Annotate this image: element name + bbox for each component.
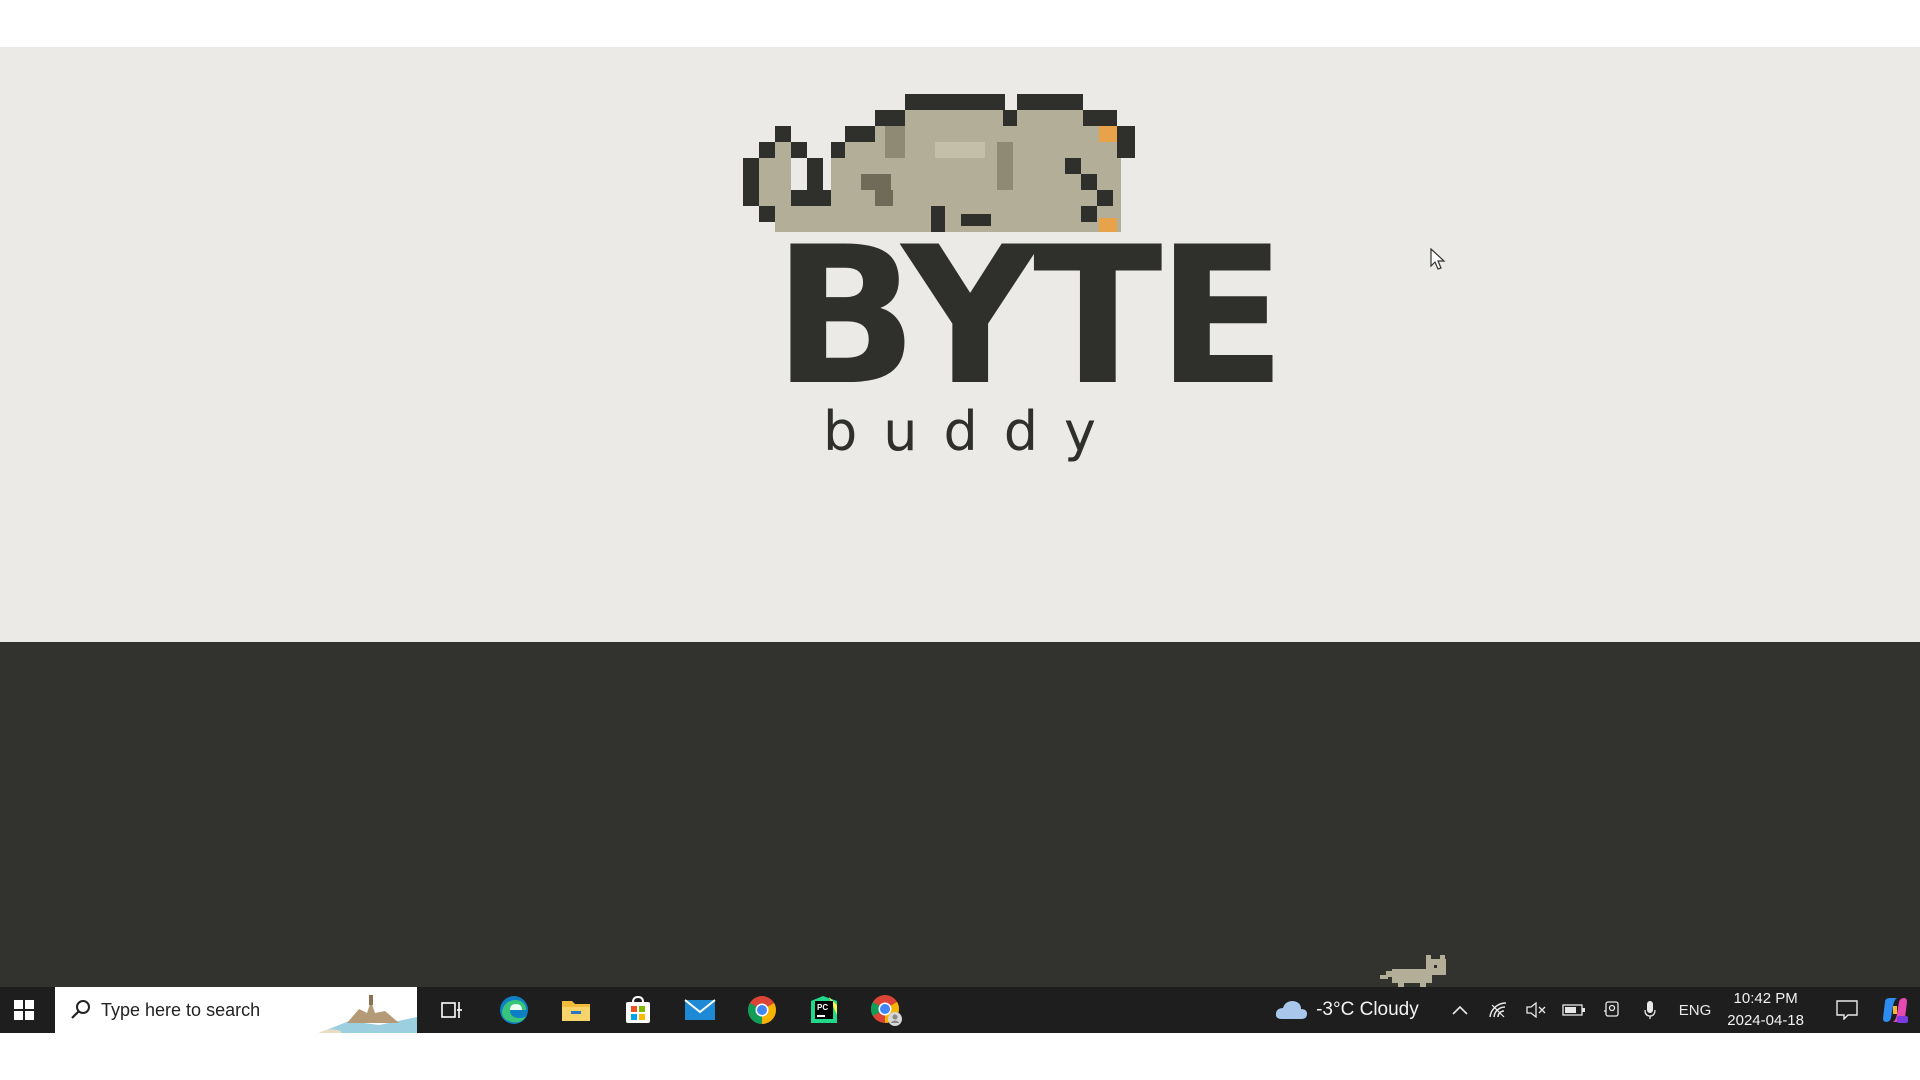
taskbar-search-box[interactable]: Type here to search: [55, 987, 417, 1033]
byte-buddy-logo: BYTE buddy: [735, 90, 1286, 480]
camera-in-use-button[interactable]: [1593, 987, 1631, 1033]
taskbar-app-edge[interactable]: [483, 987, 545, 1033]
taskbar-app-file-explorer[interactable]: [545, 987, 607, 1033]
splash-dark-panel: [0, 642, 1920, 987]
start-button[interactable]: [0, 987, 48, 1033]
taskbar-app-store[interactable]: [607, 987, 669, 1033]
taskbar-app-mail[interactable]: [669, 987, 731, 1033]
volume-button[interactable]: [1517, 987, 1555, 1033]
show-hidden-icons-button[interactable]: [1441, 987, 1479, 1033]
edge-icon: [500, 996, 528, 1024]
taskbar-app-chrome[interactable]: [731, 987, 793, 1033]
search-highlight-illustration-icon: [319, 987, 417, 1033]
input-language-indicator[interactable]: ENG: [1679, 1002, 1712, 1019]
taskbar-clock[interactable]: 10:42 PM 2024-04-18: [1727, 988, 1804, 1032]
microphone-button[interactable]: [1631, 987, 1669, 1033]
chrome-icon: [748, 996, 776, 1024]
taskbar-app-pycharm[interactable]: PC: [793, 987, 855, 1033]
microsoft-store-icon: [626, 996, 650, 1023]
notifications-button[interactable]: [1824, 987, 1870, 1033]
notification-icon: [1836, 1000, 1858, 1020]
network-button[interactable]: [1479, 987, 1517, 1033]
chevron-up-icon: [1452, 1005, 1468, 1015]
mouse-cursor-icon: [1430, 248, 1446, 270]
weather-text: -3°C Cloudy: [1316, 999, 1419, 1020]
copilot-button[interactable]: [1870, 987, 1920, 1033]
camera-icon: [1603, 1001, 1619, 1017]
logo-wordmark: BYTE: [773, 206, 1286, 427]
windows-logo-icon: [14, 1000, 34, 1020]
task-view-button[interactable]: [421, 987, 483, 1033]
clock-date: 2024-04-18: [1727, 1012, 1804, 1029]
wifi-icon: [1489, 1002, 1506, 1018]
system-tray: -3°C Cloudy ENG 10:42 PM 2024-04-18: [1274, 987, 1920, 1033]
task-view-icon: [441, 1002, 462, 1018]
pycharm-icon: PC: [811, 996, 837, 1023]
battery-icon: [1562, 1004, 1585, 1016]
search-icon: [71, 1000, 90, 1019]
logo-subtitle: buddy: [823, 400, 1123, 463]
clock-time: 10:42 PM: [1733, 990, 1798, 1007]
copilot-icon: [1883, 998, 1908, 1023]
microphone-icon: [1644, 1001, 1656, 1019]
battery-button[interactable]: [1555, 987, 1593, 1033]
file-explorer-icon: [562, 1001, 590, 1021]
speaker-muted-icon: [1526, 1002, 1546, 1018]
chrome-profile-icon: [871, 995, 902, 1026]
weather-widget[interactable]: -3°C Cloudy: [1274, 999, 1419, 1021]
mail-icon: [684, 999, 716, 1020]
taskbar-app-chrome-profile[interactable]: [855, 987, 917, 1033]
taskbar: Type here to search PC -3°C Cloudy ENG 1…: [0, 987, 1920, 1033]
screen-bottom-margin: [0, 1033, 1920, 1080]
search-placeholder: Type here to search: [101, 999, 261, 1020]
desktop-pet-cat-icon: [1380, 955, 1446, 987]
cloud-icon: [1275, 1001, 1308, 1019]
svg-text:PC: PC: [817, 1003, 828, 1012]
